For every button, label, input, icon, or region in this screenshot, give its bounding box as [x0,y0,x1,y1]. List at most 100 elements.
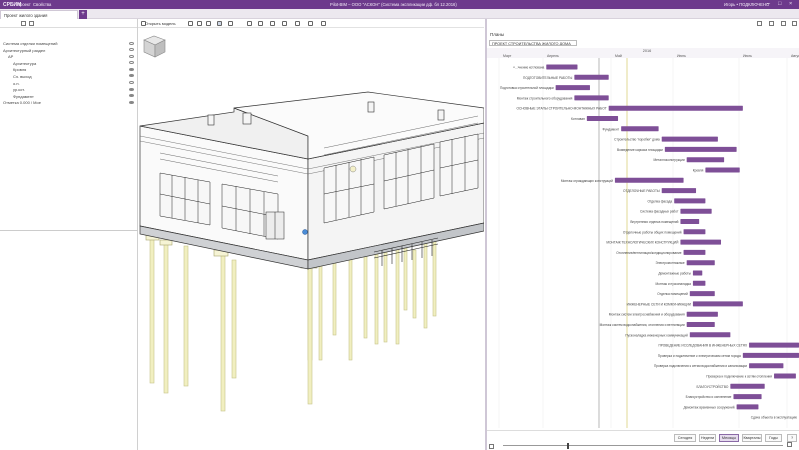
task-bar[interactable] [683,249,706,255]
settings-icon[interactable] [321,21,326,26]
tree-item[interactable]: Архитектурный раздел [0,47,137,54]
visibility-eye-icon[interactable] [129,100,134,104]
markup-icon[interactable] [270,21,275,26]
task-bar[interactable] [686,322,715,327]
zoom-button[interactable]: Месяцы [719,434,739,442]
export-icon[interactable] [757,21,762,26]
tree-item[interactable]: Отметка 0.000 / Мое [0,99,137,106]
task-bar[interactable] [705,167,740,173]
tree-item[interactable]: АР [0,53,137,60]
view-mode-label[interactable]: Открыть модель [145,21,176,26]
task-bar[interactable] [749,363,784,369]
visibility-eye-icon[interactable] [129,67,134,71]
task-bar[interactable] [661,188,697,194]
view-cube[interactable] [143,35,166,58]
user-status[interactable]: Игорь • ПОДКЛЮЧЕНО [724,2,769,7]
task-bar[interactable] [680,239,721,245]
cut-plane-icon[interactable] [247,21,252,26]
task-bar[interactable] [664,146,737,152]
visibility-eye-icon[interactable] [129,61,134,65]
task-bar[interactable] [774,373,796,379]
task-bar[interactable] [689,332,731,338]
section-icon[interactable] [197,21,202,26]
close-button[interactable]: × [789,1,792,7]
walk-icon[interactable] [258,21,263,26]
task-bar[interactable] [686,311,718,317]
zoom-button[interactable]: Годы [765,434,782,442]
task-bar[interactable] [555,85,590,91]
expand-icon[interactable] [781,21,786,26]
task-bar[interactable] [574,74,609,80]
task-bar[interactable] [680,208,712,214]
task-bar[interactable] [574,95,609,101]
tree-item[interactable]: о.п. [0,80,137,87]
task-bar[interactable] [586,116,619,121]
gantt-chart[interactable]: 2016 Март Апрель Май Июнь Июль Август «...»нени… [487,48,799,428]
print-icon[interactable] [769,21,774,26]
filter-icon[interactable] [21,21,26,26]
building-3d-model[interactable] [138,28,484,450]
task-bar[interactable] [614,177,684,183]
task-bar[interactable] [683,229,706,235]
zoom-icon[interactable] [787,442,792,447]
task-bar[interactable] [674,198,706,204]
task-bar[interactable] [736,404,759,410]
visibility-eye-icon[interactable] [129,87,134,91]
settings-icon[interactable] [489,444,494,449]
layers-icon[interactable] [29,21,34,26]
timeline-slider-handle[interactable] [567,442,569,449]
model-viewport[interactable]: Открыть модель [138,19,484,450]
visibility-eye-icon[interactable] [129,94,134,98]
tree-item[interactable]: Фундамент [0,93,137,100]
zoom-button[interactable]: Сегодня [674,434,696,442]
visibility-eye-icon[interactable] [129,41,134,45]
task-bar[interactable] [692,301,743,307]
task-bar[interactable] [730,383,765,389]
tab-project[interactable]: Проект жилого здания [0,10,78,19]
timeline-slider-track[interactable] [503,445,783,446]
task-bar[interactable] [692,280,706,286]
selected-element-marker[interactable] [302,229,308,235]
zoom-fit-icon[interactable] [188,21,193,26]
task-bar[interactable] [661,136,718,142]
tree-item[interactable]: Архитектура [0,60,137,67]
task-label: Система фасадных работ [640,210,679,214]
measure-icon[interactable] [228,21,233,26]
hide-icon[interactable] [206,21,211,26]
zoom-button[interactable]: ? [787,434,797,442]
tree-item[interactable]: Система отделки помещений [0,40,137,47]
task-bar[interactable] [689,291,715,297]
task-bar[interactable] [692,270,703,276]
task-bar[interactable] [686,260,715,266]
select-icon[interactable] [217,21,222,26]
tree-item[interactable]: ур.кот. [0,86,137,93]
visibility-eye-icon[interactable] [129,81,134,85]
task-bar[interactable] [733,394,762,400]
camera-icon[interactable] [308,21,313,26]
menu-project[interactable]: Проект [17,2,31,7]
tree-item[interactable]: Сэ. выход [0,73,137,80]
visibility-eye-icon[interactable] [129,54,134,58]
marker-point[interactable] [349,165,357,173]
task-bar[interactable] [621,126,659,132]
panel-menu-icon[interactable] [792,21,797,26]
maximize-button[interactable]: □ [778,1,781,7]
task-bar[interactable] [749,342,799,348]
visibility-eye-icon[interactable] [129,74,134,78]
add-tab-button[interactable]: + [79,10,87,19]
task-bar[interactable] [680,219,700,224]
task-label: Демонтаж временных сооружений [683,405,734,409]
project-select[interactable]: ПРОЕКТ СТРОИТЕЛЬСТВА ЖИЛОГО ДОМА [489,40,577,46]
zoom-button[interactable]: Кварталы [742,434,762,442]
menu-properties[interactable]: Свойства [33,2,51,7]
task-bar[interactable] [686,157,725,163]
pin-icon[interactable] [282,21,287,26]
minimize-button[interactable]: – [767,1,770,7]
zoom-button[interactable]: Недели [699,434,716,442]
task-bar[interactable] [742,352,799,358]
comment-icon[interactable] [295,21,300,26]
task-bar[interactable] [608,105,743,111]
tree-item[interactable]: Кровля [0,66,137,73]
visibility-eye-icon[interactable] [129,48,134,52]
task-bar[interactable] [546,64,578,70]
